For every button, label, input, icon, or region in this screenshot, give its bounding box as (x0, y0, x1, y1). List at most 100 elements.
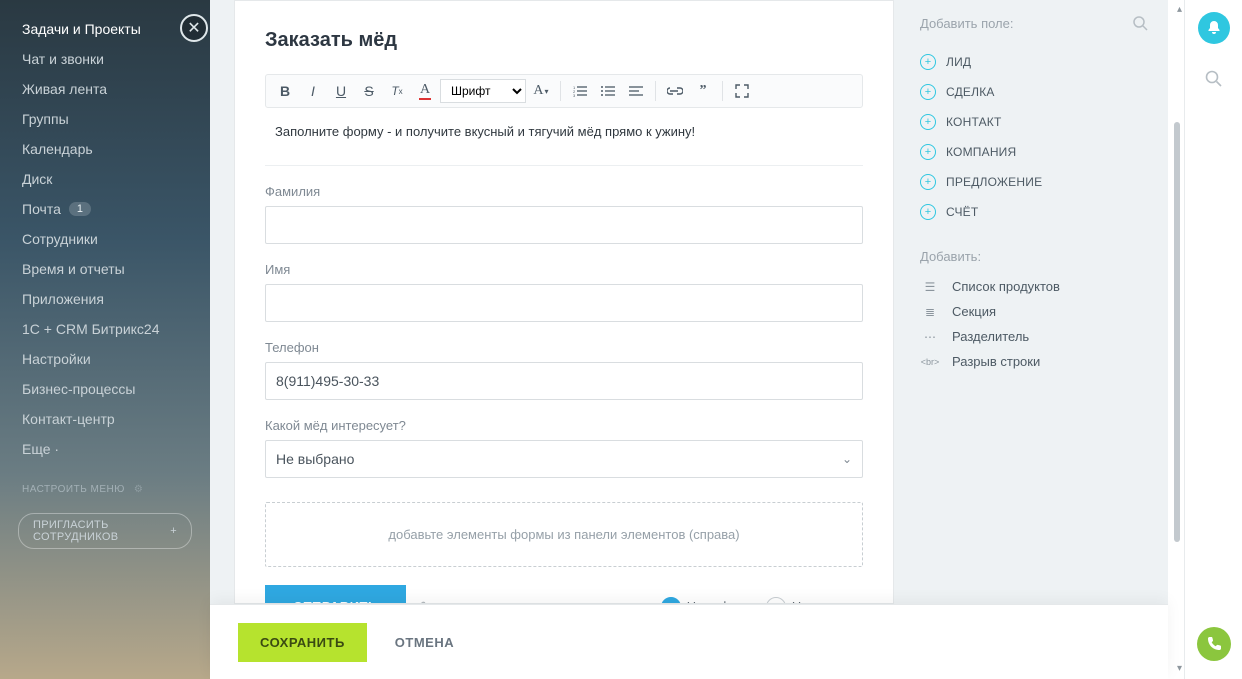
clear-format-button[interactable]: Tx (384, 79, 410, 103)
unordered-list-button[interactable] (595, 79, 621, 103)
firstname-label: Имя (265, 262, 863, 277)
search-icon[interactable] (1133, 16, 1148, 31)
sidebar-item-bp[interactable]: Бизнес-процессы (0, 374, 210, 404)
palette-entity-company[interactable]: +КОМПАНИЯ (920, 137, 1148, 167)
honey-select[interactable]: Не выбрано ⌄ (265, 440, 863, 478)
palette-search-row: Добавить поле: (920, 16, 1148, 31)
sidebar-item-mail[interactable]: Почта1 (0, 194, 210, 224)
configure-menu[interactable]: НАСТРОИТЬ МЕНЮ ⚙ (0, 464, 210, 501)
left-sidebar: Задачи и Проекты Чат и звонки Живая лент… (0, 0, 210, 679)
palette-entity-deal[interactable]: + СДЕЛКА (920, 77, 1148, 107)
palette-tool-section[interactable]: ≣Секция (920, 299, 1148, 324)
underline-button[interactable]: U (328, 79, 354, 103)
palette-tool-label: Разрыв строки (952, 354, 1040, 369)
sidebar-item-crm[interactable]: 1C + CRM Битрикс24 (0, 314, 210, 344)
sidebar-item-groups[interactable]: Группы (0, 104, 210, 134)
align-button[interactable] (623, 79, 649, 103)
invite-employees-button[interactable]: ПРИГЛАСИТЬ СОТРУДНИКОВ + (18, 513, 192, 549)
palette-tool-label: Разделитель (952, 329, 1029, 344)
bold-button[interactable]: B (272, 79, 298, 103)
toolbar-separator (722, 81, 723, 101)
rail-search-button[interactable] (1198, 62, 1230, 94)
plus-circle-icon: + (920, 174, 936, 190)
sidebar-item-label: Контакт-центр (22, 411, 115, 427)
font-select[interactable]: Шрифт (440, 79, 526, 103)
sidebar-item-chat[interactable]: Чат и звонки (0, 44, 210, 74)
close-icon: ✕ (187, 18, 200, 38)
sidebar-item-disk[interactable]: Диск (0, 164, 210, 194)
sidebar-item-label: Почта (22, 201, 61, 217)
cancel-button[interactable]: ОТМЕНА (395, 635, 454, 650)
form-editor-card: Заказать мёд B I U S Tx A Шрифт A▾ 123 (234, 0, 894, 604)
sidebar-item-apps[interactable]: Приложения (0, 284, 210, 314)
palette-entity-invoice[interactable]: +СЧЁТ (920, 197, 1148, 227)
sidebar-item-label: Настройки (22, 351, 91, 367)
form-footer: ОТПРАВИТЬ ✎ Цвет фона Цвет текста (265, 585, 863, 604)
sidebar-item-label: Еще · (22, 441, 59, 457)
text-color-button[interactable]: A (412, 79, 438, 103)
sidebar-item-time[interactable]: Время и отчеты (0, 254, 210, 284)
sidebar-item-tasks[interactable]: Задачи и Проекты (0, 14, 210, 44)
scroll-thumb[interactable] (1174, 122, 1180, 542)
scroll-down-icon[interactable]: ▾ (1177, 663, 1182, 674)
link-button[interactable] (662, 79, 688, 103)
bg-color-radio[interactable]: Цвет фона (661, 597, 752, 605)
palette-tool-products[interactable]: ☰Список продуктов (920, 274, 1148, 299)
sidebar-item-settings[interactable]: Настройки (0, 344, 210, 374)
sidebar-item-contact-center[interactable]: Контакт-центр (0, 404, 210, 434)
palette-entity-contact[interactable]: + КОНТАКТ (920, 107, 1148, 137)
right-rail (1184, 0, 1242, 679)
sidebar-item-calendar[interactable]: Календарь (0, 134, 210, 164)
font-size-button[interactable]: A▾ (528, 79, 554, 103)
dots-icon: ⋯ (920, 330, 940, 344)
submit-button[interactable]: ОТПРАВИТЬ (265, 585, 406, 604)
sidebar-item-feed[interactable]: Живая лента (0, 74, 210, 104)
palette-entity-lead[interactable]: +ЛИД (920, 47, 1148, 77)
call-button[interactable] (1197, 627, 1231, 661)
sidebar-item-label: Диск (22, 171, 52, 187)
svg-text:3: 3 (573, 93, 576, 97)
section-icon: ≣ (920, 305, 940, 319)
palette-entity-label: КОНТАКТ (946, 115, 1002, 129)
divider (265, 165, 863, 166)
palette-entity-label: КОМПАНИЯ (946, 145, 1016, 159)
sidebar-item-employees[interactable]: Сотрудники (0, 224, 210, 254)
form-title[interactable]: Заказать мёд (265, 29, 863, 52)
ordered-list-button[interactable]: 123 (567, 79, 593, 103)
sidebar-item-label: Время и отчеты (22, 261, 125, 277)
firstname-input[interactable] (265, 284, 863, 322)
sidebar-item-label: Живая лента (22, 81, 107, 97)
sidebar-item-label: Задачи и Проекты (22, 21, 141, 37)
scroll-up-icon[interactable]: ▴ (1177, 4, 1182, 15)
italic-button[interactable]: I (300, 79, 326, 103)
sidebar-item-more[interactable]: Еще · (0, 434, 210, 464)
palette-search-label: Добавить поле: (920, 16, 1013, 31)
sidebar-item-label: Календарь (22, 141, 93, 157)
lastname-label: Фамилия (265, 184, 863, 199)
richtext-toolbar: B I U S Tx A Шрифт A▾ 123 ” (265, 74, 863, 108)
close-sidebar-button[interactable]: ✕ (180, 14, 208, 42)
fullscreen-button[interactable] (729, 79, 755, 103)
br-icon: <br> (920, 357, 940, 367)
color-controls: Цвет фона Цвет текста (661, 597, 863, 605)
lastname-input[interactable] (265, 206, 863, 244)
save-button[interactable]: СОХРАНИТЬ (238, 623, 367, 662)
palette-tool-linebreak[interactable]: <br> Разрыв строки (920, 349, 1148, 374)
form-dropzone[interactable]: добавьте элементы формы из панели элемен… (265, 502, 863, 567)
palette-tool-divider[interactable]: ⋯ Разделитель (920, 324, 1148, 349)
chevron-down-icon: ⌄ (842, 452, 852, 466)
phone-input[interactable] (265, 362, 863, 400)
palette-entity-label: СДЕЛКА (946, 85, 995, 99)
plus-circle-icon: + (920, 84, 936, 100)
notifications-button[interactable] (1198, 12, 1230, 44)
strike-button[interactable]: S (356, 79, 382, 103)
palette-entity-quote[interactable]: + ПРЕДЛОЖЕНИЕ (920, 167, 1148, 197)
quote-button[interactable]: ” (690, 79, 716, 103)
text-color-radio[interactable]: Цвет текста (766, 597, 863, 605)
plus-circle-icon: + (920, 114, 936, 130)
phone-icon (1206, 636, 1222, 652)
page-scrollbar[interactable]: ▴ ▾ (1172, 4, 1182, 674)
palette-entity-label: ПРЕДЛОЖЕНИЕ (946, 175, 1042, 189)
form-description[interactable]: Заполните форму - и получите вкусный и т… (265, 118, 863, 157)
main-area: Заказать мёд B I U S Tx A Шрифт A▾ 123 (210, 0, 1168, 604)
